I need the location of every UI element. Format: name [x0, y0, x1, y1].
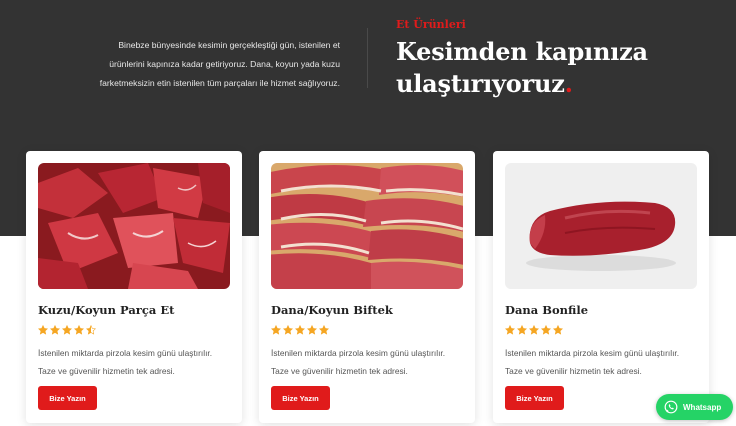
- hero-description-line: ürünlerini kapınıza kadar getiriyoruz. D…: [109, 59, 340, 69]
- hero-divider: [367, 28, 368, 88]
- star-icon: [529, 325, 539, 335]
- product-card: Kuzu/Koyun Parça Et İstenilen miktarda p…: [26, 151, 242, 423]
- product-description-line: Taze ve güvenilir hizmetin tek adresi.: [271, 366, 408, 376]
- product-card: Dana/Koyun Biftek İstenilen miktarda pir…: [259, 151, 475, 423]
- hero-description-line: farketmeksizin etin istenilen tüm parçal…: [99, 78, 340, 88]
- contact-button[interactable]: Bize Yazın: [505, 386, 564, 410]
- star-icon: [271, 325, 281, 335]
- product-description-line: İstenilen miktarda pirzola kesim günü ul…: [38, 348, 213, 358]
- product-description-line: Taze ve güvenilir hizmetin tek adresi.: [38, 366, 175, 376]
- product-description-line: Taze ve güvenilir hizmetin tek adresi.: [505, 366, 642, 376]
- product-description: İstenilen miktarda pirzola kesim günü ul…: [505, 344, 701, 380]
- hero-description: Binebze bünyesinde kesimin gerçekleştiği…: [78, 36, 340, 93]
- headline-dot: .: [564, 69, 573, 98]
- steak-slices-image: [271, 163, 463, 289]
- whatsapp-button[interactable]: Whatsapp: [656, 394, 733, 420]
- whatsapp-icon: [664, 400, 678, 414]
- hero-description-line: Binebze bünyesinde kesimin gerçekleştiği…: [118, 40, 340, 50]
- meat-chunks-image: [38, 163, 230, 289]
- star-icon: [62, 325, 72, 335]
- star-icon: [505, 325, 515, 335]
- rating-stars: [38, 325, 96, 337]
- product-title: Kuzu/Koyun Parça Et: [38, 303, 175, 317]
- product-description-line: İstenilen miktarda pirzola kesim günü ul…: [271, 348, 446, 358]
- contact-button[interactable]: Bize Yazın: [38, 386, 97, 410]
- product-title: Dana Bonfile: [505, 303, 589, 317]
- product-description: İstenilen miktarda pirzola kesim günü ul…: [271, 344, 467, 380]
- star-icon: [74, 325, 84, 335]
- whatsapp-label: Whatsapp: [683, 402, 722, 412]
- tenderloin-image: [505, 163, 697, 289]
- star-icon: [307, 325, 317, 335]
- contact-button[interactable]: Bize Yazın: [271, 386, 330, 410]
- section-eyebrow: Et Ürünleri: [396, 18, 466, 31]
- star-icon: [50, 325, 60, 335]
- headline-line-1: Kesimden kapınıza: [396, 37, 648, 66]
- product-description: İstenilen miktarda pirzola kesim günü ul…: [38, 344, 234, 380]
- star-icon: [283, 325, 293, 335]
- star-icon: [319, 325, 329, 335]
- product-description-line: İstenilen miktarda pirzola kesim günü ul…: [505, 348, 680, 358]
- star-icon: [38, 325, 48, 335]
- product-title: Dana/Koyun Biftek: [271, 303, 393, 317]
- headline-line-2: ulaştırıyoruz: [396, 69, 565, 98]
- star-icon: [86, 325, 96, 335]
- star-icon: [517, 325, 527, 335]
- rating-stars: [271, 325, 329, 337]
- star-icon: [295, 325, 305, 335]
- product-card: Dana Bonfile İstenilen miktarda pirzola …: [493, 151, 709, 423]
- star-icon: [541, 325, 551, 335]
- rating-stars: [505, 325, 563, 337]
- star-icon: [553, 325, 563, 335]
- page-title: Kesimden kapınıza ulaştırıyoruz.: [396, 36, 726, 100]
